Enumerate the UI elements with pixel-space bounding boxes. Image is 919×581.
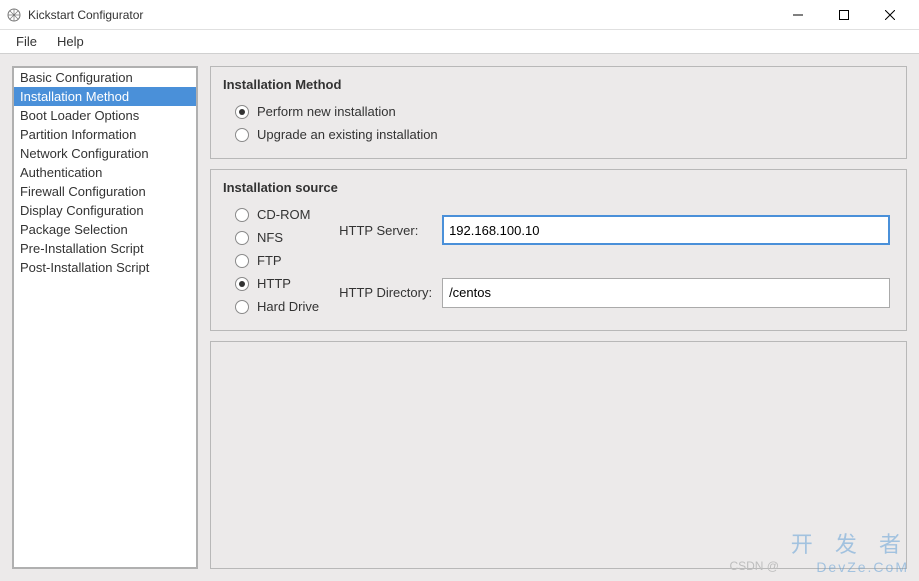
installation-source-group: Installation source CD-ROM NFS FTP (210, 169, 907, 331)
source-radio-list: CD-ROM NFS FTP HTTP (223, 203, 319, 318)
radio-icon (235, 277, 249, 291)
sidebar-item-network-configuration[interactable]: Network Configuration (14, 144, 196, 163)
sidebar-item-display-configuration[interactable]: Display Configuration (14, 201, 196, 220)
radio-icon (235, 128, 249, 142)
minimize-button[interactable] (775, 0, 821, 30)
installation-method-group: Installation Method Perform new installa… (210, 66, 907, 159)
radio-icon (235, 208, 249, 222)
radio-icon (235, 254, 249, 268)
radio-icon (235, 231, 249, 245)
sidebar: Basic Configuration Installation Method … (12, 66, 198, 569)
sidebar-item-boot-loader-options[interactable]: Boot Loader Options (14, 106, 196, 125)
radio-label: Upgrade an existing installation (257, 127, 438, 142)
main-panel: Installation Method Perform new installa… (210, 66, 907, 569)
installation-method-title: Installation Method (223, 77, 894, 92)
radio-upgrade-existing-installation[interactable]: Upgrade an existing installation (223, 123, 894, 146)
empty-panel (210, 341, 907, 569)
http-form: HTTP Server: HTTP Directory: (339, 203, 894, 318)
radio-ftp[interactable]: FTP (223, 249, 319, 272)
sidebar-item-installation-method[interactable]: Installation Method (14, 87, 196, 106)
sidebar-item-pre-installation-script[interactable]: Pre-Installation Script (14, 239, 196, 258)
window-title: Kickstart Configurator (28, 8, 775, 22)
sidebar-item-partition-information[interactable]: Partition Information (14, 125, 196, 144)
http-server-input[interactable] (442, 215, 890, 245)
installation-source-title: Installation source (223, 180, 894, 195)
radio-nfs[interactable]: NFS (223, 226, 319, 249)
radio-perform-new-installation[interactable]: Perform new installation (223, 100, 894, 123)
radio-label: FTP (257, 253, 282, 268)
http-server-label: HTTP Server: (339, 223, 432, 238)
sidebar-item-firewall-configuration[interactable]: Firewall Configuration (14, 182, 196, 201)
radio-label: HTTP (257, 276, 291, 291)
radio-label: NFS (257, 230, 283, 245)
content-area: Basic Configuration Installation Method … (0, 54, 919, 581)
radio-icon (235, 105, 249, 119)
sidebar-item-post-installation-script[interactable]: Post-Installation Script (14, 258, 196, 277)
window-controls (775, 0, 913, 30)
menu-help[interactable]: Help (47, 32, 94, 51)
radio-label: Perform new installation (257, 104, 396, 119)
radio-http[interactable]: HTTP (223, 272, 319, 295)
radio-cdrom[interactable]: CD-ROM (223, 203, 319, 226)
menu-file[interactable]: File (6, 32, 47, 51)
http-directory-input[interactable] (442, 278, 890, 308)
maximize-button[interactable] (821, 0, 867, 30)
close-button[interactable] (867, 0, 913, 30)
sidebar-item-package-selection[interactable]: Package Selection (14, 220, 196, 239)
radio-icon (235, 300, 249, 314)
sidebar-item-authentication[interactable]: Authentication (14, 163, 196, 182)
sidebar-item-basic-configuration[interactable]: Basic Configuration (14, 68, 196, 87)
radio-label: CD-ROM (257, 207, 310, 222)
radio-label: Hard Drive (257, 299, 319, 314)
radio-hard-drive[interactable]: Hard Drive (223, 295, 319, 318)
app-icon (6, 7, 22, 23)
titlebar: Kickstart Configurator (0, 0, 919, 30)
menubar: File Help (0, 30, 919, 54)
http-directory-label: HTTP Directory: (339, 285, 432, 300)
